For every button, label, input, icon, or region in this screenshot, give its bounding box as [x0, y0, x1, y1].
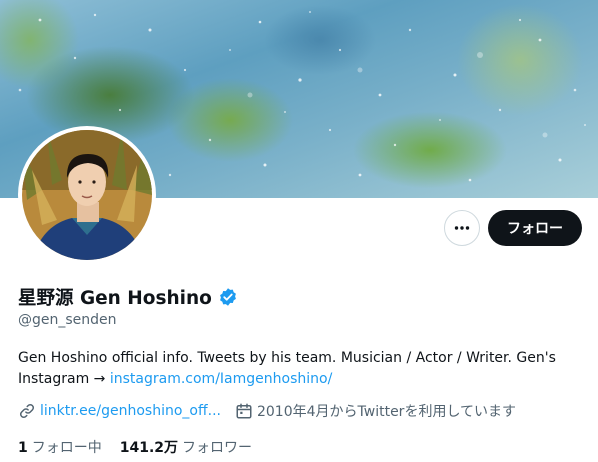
- avatar-photo: [22, 130, 152, 260]
- follow-counts: 1 フォロー中 141.2万 フォロワー: [18, 437, 252, 457]
- following-label: フォロー中: [31, 440, 102, 456]
- profile-meta: linktr.ee/genhoshino_off... 2010年4月からTwi…: [18, 401, 516, 421]
- more-options-button[interactable]: [444, 210, 480, 246]
- following-count-link[interactable]: 1 フォロー中: [18, 437, 102, 457]
- display-name: 星野源 Gen Hoshino: [18, 288, 212, 309]
- followers-label: フォロワー: [182, 440, 253, 456]
- following-count: 1: [18, 440, 28, 456]
- follow-button[interactable]: フォロー: [488, 210, 582, 246]
- profile-handle: @gen_senden: [18, 312, 117, 328]
- website-item[interactable]: linktr.ee/genhoshino_off...: [18, 402, 221, 420]
- more-horizontal-icon: [454, 226, 470, 230]
- website-link[interactable]: linktr.ee/genhoshino_off...: [40, 403, 221, 419]
- verified-badge-icon[interactable]: [218, 287, 238, 307]
- profile-name-row: 星野源 Gen Hoshino: [18, 284, 238, 310]
- joined-item: 2010年4月からTwitterを利用しています: [235, 401, 516, 421]
- profile-bio: Gen Hoshino official info. Tweets by his…: [18, 348, 578, 390]
- bio-instagram-link[interactable]: instagram.com/Iamgenhoshino/: [110, 371, 332, 387]
- profile-avatar[interactable]: [18, 126, 156, 264]
- followers-count-link[interactable]: 141.2万 フォロワー: [120, 437, 252, 457]
- followers-count: 141.2万: [119, 440, 179, 456]
- calendar-icon: [236, 403, 252, 419]
- link-icon: [19, 403, 35, 419]
- joined-date: 2010年4月からTwitterを利用しています: [256, 404, 517, 420]
